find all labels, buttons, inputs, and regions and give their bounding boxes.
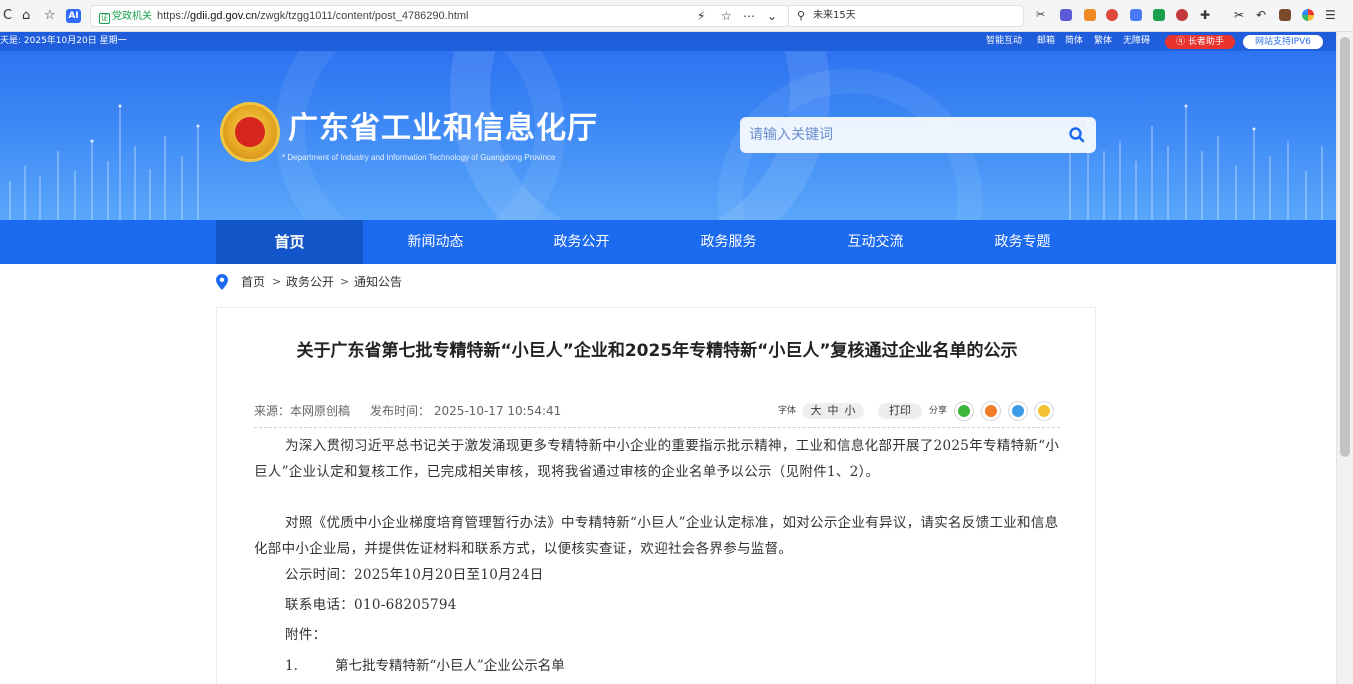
extension-green-icon[interactable] xyxy=(1153,9,1165,21)
site-search-box xyxy=(740,117,1096,153)
article-paragraph: 为深入贯彻习近平总书记关于激发涌现更多专精特新中小企业的重要指示批示精神，工业和… xyxy=(254,438,1060,480)
qq-share-icon[interactable] xyxy=(1008,401,1028,421)
article-title: 关于广东省第七批专精特新“小巨人”企业和2025年专精特新“小巨人”复核通过企业… xyxy=(296,341,1018,361)
site-header: 天是: 2025年10月20日 星期一 智能互动 邮箱 简体 繁体 无障碍 ⓠ … xyxy=(0,32,1336,220)
undo-icon[interactable]: ↶ xyxy=(1256,9,1268,21)
browser-search-box[interactable]: ⚲ 未来15天 xyxy=(788,5,1024,27)
font-size-switch: 大中小 xyxy=(802,403,864,419)
national-emblem-logo xyxy=(220,102,280,162)
site-search-input[interactable] xyxy=(740,117,1060,153)
bookmarks-icon[interactable]: ☆ xyxy=(44,8,56,24)
util-link-traditional[interactable]: 繁体 xyxy=(1094,32,1112,51)
attachment-label: 第七批专精特新“小巨人”企业公示名单 xyxy=(335,658,565,674)
url-text[interactable]: https://gdii.gd.gov.cn/zwgk/tzgg1011/con… xyxy=(157,9,469,24)
article-publish-time: 发布时间： 2025-10-17 10:54:41 xyxy=(370,404,562,418)
weibo-share-icon[interactable] xyxy=(981,401,1001,421)
scrollbar-thumb[interactable] xyxy=(1340,37,1350,457)
util-link-mail[interactable]: 邮箱 xyxy=(1037,32,1055,51)
ipv6-badge: 网站支持IPV6 xyxy=(1243,35,1323,49)
nav-item-services[interactable]: 政务服务 xyxy=(655,220,802,264)
util-link-simplified[interactable]: 简体 xyxy=(1065,32,1083,51)
mail-icon[interactable] xyxy=(1130,9,1142,21)
chevron-down-icon[interactable]: ⌄ xyxy=(767,9,777,24)
font-size-medium-button[interactable]: 中 xyxy=(828,404,839,417)
wechat-share-icon[interactable] xyxy=(954,401,974,421)
util-link-interaction[interactable]: 智能互动 xyxy=(986,32,1022,51)
weibo-ext-icon[interactable] xyxy=(1106,9,1118,21)
print-button[interactable]: 打印 xyxy=(878,403,922,419)
utility-strip: 天是: 2025年10月20日 星期一 智能互动 邮箱 简体 繁体 无障碍 ⓠ … xyxy=(0,32,1336,51)
breadcrumb-home[interactable]: 首页 xyxy=(241,272,265,292)
search-icon: ⚲ xyxy=(797,9,806,22)
browser-logo-icon[interactable] xyxy=(1302,9,1314,21)
extension-red-icon[interactable] xyxy=(1176,9,1188,21)
ai-assistant-icon[interactable]: AI xyxy=(66,9,81,23)
site-title[interactable]: 广东省工业和信息化厅 xyxy=(288,111,598,147)
breadcrumb-separator: > xyxy=(340,275,350,288)
article-paragraph: 公示时间：2025年10月20日至10月24日 xyxy=(285,567,544,583)
article-card: 关于广东省第七批专精特新“小巨人”企业和2025年专精特新“小巨人”复核通过企业… xyxy=(216,307,1096,684)
font-size-large-button[interactable]: 大 xyxy=(811,404,822,417)
breadcrumb-notices[interactable]: 通知公告 xyxy=(354,272,402,292)
star-icon[interactable]: ☆ xyxy=(721,9,732,24)
attachment-number: 1. xyxy=(285,658,298,674)
font-size-small-button[interactable]: 小 xyxy=(845,404,856,417)
reload-icon[interactable]: C xyxy=(3,8,12,24)
main-nav: 首页 新闻动态 政务公开 政务服务 互动交流 政务专题 xyxy=(0,220,1336,264)
browser-toolbar: C ⌂ ☆ AI 证党政机关 https://gdii.gd.gov.cn/zw… xyxy=(0,0,1353,32)
article-paragraph: 联系电话：010-68205794 xyxy=(285,597,457,613)
extension-orange-icon[interactable] xyxy=(1084,9,1096,21)
util-link-accessibility[interactable]: 无障碍 xyxy=(1123,32,1150,51)
header-decoration xyxy=(9,51,1323,220)
nav-item-news[interactable]: 新闻动态 xyxy=(362,220,509,264)
site-subtitle: * Department of Industry and Information… xyxy=(282,153,556,162)
elder-assistant-button[interactable]: ⓠ 长者助手 xyxy=(1165,35,1235,49)
article-paragraph: 附件： xyxy=(285,627,327,643)
nav-item-home[interactable]: 首页 xyxy=(216,220,363,264)
article-source: 来源：本网原创稿 xyxy=(254,404,351,418)
wallet-icon[interactable] xyxy=(1279,9,1291,21)
qzone-share-icon[interactable] xyxy=(1034,401,1054,421)
current-date: 天是: 2025年10月20日 星期一 xyxy=(0,36,127,46)
more-icon[interactable]: ⋯ xyxy=(743,9,755,24)
share-label: 分享 xyxy=(929,406,948,416)
breadcrumb-separator: > xyxy=(272,275,282,288)
lightning-icon[interactable]: ⚡ xyxy=(697,9,705,24)
address-bar[interactable]: 证党政机关 https://gdii.gd.gov.cn/zwgk/tzgg10… xyxy=(90,5,790,27)
font-size-label: 字体 xyxy=(778,406,797,416)
extension-purple-icon[interactable] xyxy=(1060,9,1072,21)
profile-icon[interactable]: ✂ xyxy=(1234,9,1246,21)
meta-divider xyxy=(254,427,1060,428)
breadcrumb-gov-affairs[interactable]: 政务公开 xyxy=(286,272,334,292)
article-paragraph: 对照《优质中小企业梯度培育管理暂行办法》中专精特新“小巨人”企业认定标准，如对公… xyxy=(254,515,1059,557)
nav-item-topics[interactable]: 政务专题 xyxy=(949,220,1096,264)
menu-icon[interactable]: ☰ xyxy=(1325,9,1337,21)
browser-search-text: 未来15天 xyxy=(813,10,856,21)
attachment-link[interactable]: 1. 第七批专精特新“小巨人”企业公示名单 xyxy=(285,653,565,679)
puzzle-icon[interactable]: ✚ xyxy=(1200,9,1212,21)
nav-item-interaction[interactable]: 互动交流 xyxy=(802,220,949,264)
article-meta: 来源：本网原创稿 发布时间： 2025-10-17 10:54:41 字体 大中… xyxy=(254,400,1060,422)
page-scrollbar[interactable] xyxy=(1336,32,1353,684)
search-icon[interactable] xyxy=(1068,126,1086,144)
location-pin-icon xyxy=(216,274,228,290)
nav-item-gov-affairs[interactable]: 政务公开 xyxy=(508,220,655,264)
gov-site-badge: 证党政机关 xyxy=(99,11,152,24)
home-icon[interactable]: ⌂ xyxy=(22,8,30,24)
cut-icon[interactable]: ✂ xyxy=(1036,9,1048,21)
